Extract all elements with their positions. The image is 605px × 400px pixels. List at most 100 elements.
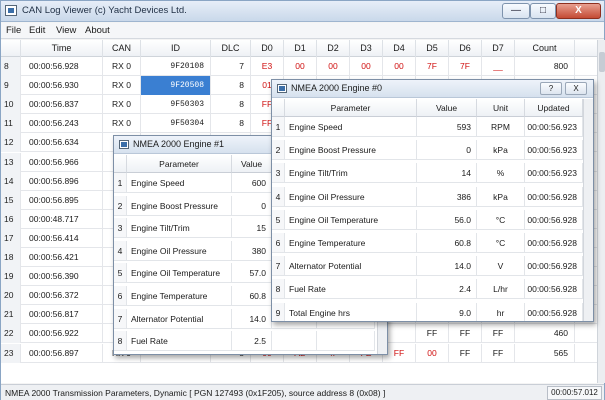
dlg1-cell: Engine Oil Pressure [127, 240, 232, 261]
dlg1-cell: 2.5 [232, 331, 272, 352]
table-row[interactable]: 8 00:00:56.928 RX 0 9F20108 7 E3 00 00 00 00 7F 7F _… [1, 57, 597, 76]
dlg1-cell: 600 [232, 173, 272, 193]
menu-file[interactable]: File [6, 25, 21, 36]
dlg1-cell: 9 [114, 353, 127, 354]
dlg1-cell: 2 [114, 195, 127, 216]
dlg0-cell: 56.0 [417, 209, 477, 230]
table-header-cell[interactable]: Unit [477, 99, 525, 117]
grid-header-cell[interactable]: D6 [449, 40, 482, 57]
grid-cell: 8 [211, 114, 251, 134]
scroll-thumb[interactable] [599, 52, 605, 72]
dlg0-cell: Fuel Rate [285, 279, 417, 300]
grid-cell: 12 [1, 133, 21, 153]
grid-cell: 00:00:56.928 [21, 57, 103, 76]
grid-cell: 21 [1, 305, 21, 325]
dlg1-cell: Engine Speed [127, 173, 232, 193]
dlg1-cell: 60.8 [232, 286, 272, 306]
dlg1-cell: 9.0 [232, 353, 272, 354]
engine-0-dialog[interactable]: NMEA 2000 Engine #0 ? X Parameter Value Un… [271, 79, 594, 322]
dlg1-cell: 15 [232, 218, 272, 239]
title-bar[interactable]: CAN Log Viewer (c) Yacht Devices Ltd. — … [1, 1, 604, 22]
grid-header-cell[interactable]: D3 [350, 40, 383, 57]
dlg0-cell: V [477, 256, 525, 277]
grid-header: Time CAN ID DLC D0 D1 D2 D3 D4 D5 D6 D7 Count [1, 40, 597, 57]
dlg0-cell: Engine Tilt/Trim [285, 163, 417, 184]
dlg1-cell: 8 [114, 331, 127, 352]
dlg1-cell: Engine Temperature [127, 286, 232, 306]
grid-header-cell[interactable]: DLC [211, 40, 251, 57]
grid-header-cell[interactable]: Time [21, 40, 103, 57]
dlg0-cell: Alternator Potential [285, 256, 417, 277]
grid-cell: 00 [416, 343, 449, 363]
grid-header-cell[interactable]: D0 [251, 40, 284, 57]
table-header-cell[interactable]: Value [417, 99, 477, 117]
grid-cell: 00:00:56.837 [21, 95, 103, 115]
dlg1-cell: 00:00:56.480 [317, 353, 375, 354]
status-time: 00:00:57.012 [547, 386, 602, 400]
grid-cell: 460 [515, 324, 575, 344]
dlg0-cell: 60.8 [417, 233, 477, 253]
grid-cell: 00:00:56.922 [21, 324, 103, 344]
dlg0-cell: 9 [272, 302, 285, 321]
grid-cell: 7F [449, 57, 482, 76]
table-header-cell[interactable]: Parameter [127, 155, 232, 173]
grid-cell: 800 [515, 57, 575, 76]
dialog-close-button[interactable]: X [565, 82, 587, 95]
grid-cell: 14 [1, 171, 21, 191]
engine-0-scrollbar[interactable] [583, 99, 593, 321]
dlg0-cell: 00:00:56.928 [525, 302, 583, 321]
dlg1-cell: 0 [232, 195, 272, 216]
dlg0-cell: kPa [477, 140, 525, 161]
grid-header-cell[interactable] [1, 40, 21, 57]
dlg0-cell: 00:00:56.923 [525, 163, 583, 184]
table-header-cell[interactable]: Value [232, 155, 272, 173]
dlg1-cell: 7 [114, 308, 127, 329]
grid-cell: FF [416, 324, 449, 344]
grid-header-cell[interactable]: Count [515, 40, 575, 57]
dlg1-cell: 57.0 [232, 263, 272, 284]
dlg1-cell: 4 [114, 240, 127, 261]
close-button[interactable]: X [556, 3, 601, 19]
menu-edit[interactable]: Edit [29, 25, 45, 36]
menu-about[interactable]: About [85, 25, 110, 36]
table-header-cell[interactable] [272, 99, 285, 117]
grid-header-cell[interactable]: D5 [416, 40, 449, 57]
maximize-button[interactable]: □ [530, 3, 556, 19]
grid-header-cell[interactable]: D1 [284, 40, 317, 57]
dlg0-cell: 6 [272, 233, 285, 253]
dlg0-cell: 386 [417, 186, 477, 207]
grid-cell: 22 [1, 324, 21, 344]
grid-cell: 565 [515, 343, 575, 363]
grid-cell: 16 [1, 209, 21, 229]
grid-header-cell[interactable]: CAN [103, 40, 141, 57]
grid-cell: 9 [1, 76, 21, 96]
grid-header-cell[interactable]: D4 [383, 40, 416, 57]
grid-cell: 00:00:56.414 [21, 228, 103, 248]
grid-cell: 00:00:56.966 [21, 152, 103, 172]
grid-header-cell[interactable]: D2 [317, 40, 350, 57]
table-header-cell[interactable]: Parameter [285, 99, 417, 117]
dlg1-cell: Total Engine hrs [127, 353, 232, 354]
dlg0-cell: °C [477, 209, 525, 230]
dlg0-cell: 4 [272, 186, 285, 207]
grid-cell: 00:00:56.930 [21, 76, 103, 96]
engine-0-dialog-titlebar[interactable]: NMEA 2000 Engine #0 ? X [272, 80, 593, 98]
grid-cell: 13 [1, 152, 21, 172]
minimize-button[interactable]: — [502, 3, 530, 19]
help-button[interactable]: ? [540, 82, 562, 95]
grid-cell: 7F [416, 57, 449, 76]
table-header-cell[interactable] [114, 155, 127, 173]
menu-view[interactable]: View [56, 25, 76, 36]
app-icon [5, 5, 17, 16]
grid-scrollbar[interactable] [597, 40, 605, 383]
table-header-cell[interactable]: Updated [525, 99, 583, 117]
dlg0-cell: Total Engine hrs [285, 302, 417, 321]
grid-header-cell[interactable]: D7 [482, 40, 515, 57]
menu-bar: File Edit View About [1, 23, 604, 39]
grid-cell: 00 [383, 57, 416, 76]
grid-header-cell[interactable]: ID [141, 40, 211, 57]
grid-cell: 11 [1, 114, 21, 134]
dlg0-cell: RPM [477, 117, 525, 137]
dlg0-cell: 7 [272, 256, 285, 277]
dlg0-cell: hr [477, 302, 525, 321]
